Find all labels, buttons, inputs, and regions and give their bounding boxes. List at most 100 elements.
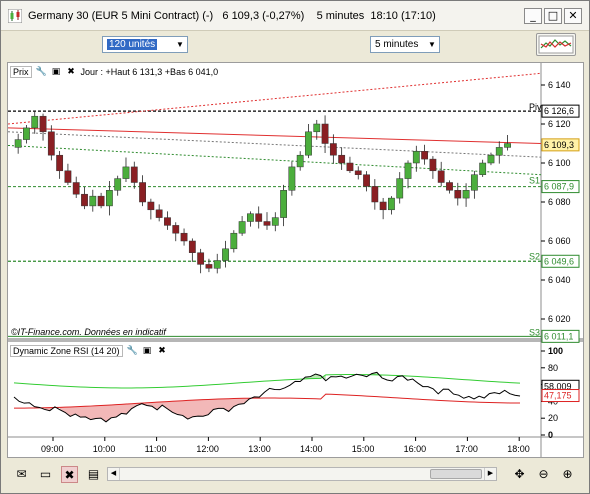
watermark: ©IT-Finance.com. Données en indicatif: [11, 327, 167, 337]
candle-body: [495, 147, 503, 156]
zoom-in-icon[interactable]: ⊕: [559, 466, 576, 483]
candle-body: [321, 123, 329, 144]
scroll-right-icon[interactable]: ▶: [484, 468, 496, 480]
candle-body: [47, 131, 55, 156]
rsi-lower-band: [13, 393, 521, 409]
candle-body: [81, 193, 88, 207]
window-icon[interactable]: ▣: [51, 67, 62, 78]
print-icon[interactable]: ▤: [85, 466, 102, 483]
timeframe-select[interactable]: 5 minutes ▼: [370, 36, 440, 53]
timeframe-select-value: 5 minutes: [375, 39, 419, 50]
candle-body: [462, 190, 470, 199]
scroll-left-icon[interactable]: ◀: [108, 468, 120, 480]
candle-body: [222, 248, 229, 261]
units-select-value: 120 unités: [107, 39, 158, 50]
zoom-out-icon[interactable]: ⊖: [535, 466, 552, 483]
s2-value: 6 049,6: [544, 256, 574, 266]
window-icon[interactable]: ▣: [142, 346, 153, 357]
time-scrollbar[interactable]: ◀ ▶: [107, 467, 497, 481]
candle-body: [354, 170, 362, 175]
candle-body: [470, 174, 478, 191]
chevron-down-icon[interactable]: ▼: [425, 37, 439, 52]
email-icon[interactable]: ✉: [13, 466, 30, 483]
price-tick-label: 6 140: [548, 80, 571, 90]
candle-body: [263, 221, 271, 226]
time-tick-label: 18:00: [507, 444, 530, 454]
maximize-icon[interactable]: □: [544, 8, 562, 24]
rsi-oversold-area: [44, 396, 255, 422]
candle-body: [421, 151, 429, 160]
scroll-thumb[interactable]: [430, 469, 482, 479]
candle-body: [371, 186, 379, 203]
price-panel-header: Prix 🔧 ▣ ✖ Jour : +Haut 6 131,3 +Bas 6 0…: [10, 65, 218, 79]
bottom-toolbar: ✉ ▭ ✖ ▤ ◀ ▶ ✥ ⊖ ⊕: [1, 460, 589, 493]
chart-area[interactable]: 6 140 6 120 6 100 6 080 6 060 6 040 6 020 Piv 6…: [7, 62, 584, 458]
chart-canvas[interactable]: 6 1406 1206 1006 0806 0606 0406 020 Piv 6…: [8, 63, 583, 457]
rsi-panel: 10080604020058,00947,175: [13, 346, 580, 440]
rsi-panel-label: Dynamic Zone RSI (14 20): [10, 345, 123, 357]
title-timeframe: 5 minutes: [316, 10, 365, 22]
s1-label: S1: [529, 176, 540, 186]
wrench-icon[interactable]: 🔧: [127, 346, 138, 357]
pan-arrows-icon[interactable]: ✥: [511, 466, 528, 483]
candle-body: [255, 213, 263, 222]
time-tick-label: 10:00: [93, 444, 116, 454]
minimize-icon[interactable]: _: [524, 8, 542, 24]
price-panel-label: Prix: [10, 66, 32, 78]
candle-body: [329, 143, 337, 156]
delete-chart-icon[interactable]: ✖: [61, 466, 78, 483]
indicator-chart-icon: [538, 35, 574, 54]
candle-body: [346, 162, 354, 172]
window-icon[interactable]: ▭: [37, 466, 54, 483]
candle-body: [114, 178, 122, 191]
candle-body: [122, 166, 130, 179]
units-select[interactable]: 120 unités ▼: [102, 36, 188, 53]
time-tick-label: 12:00: [196, 444, 219, 454]
candle-body: [288, 166, 296, 191]
candle-body: [89, 195, 97, 207]
wrench-icon[interactable]: 🔧: [36, 67, 47, 78]
time-tick-label: 13:00: [248, 444, 271, 454]
candle-body: [31, 115, 39, 129]
candle-body: [147, 201, 155, 211]
rsi-tick-label: 80: [548, 363, 558, 373]
title-price: 6 109,3 (-0,27%): [222, 10, 305, 22]
rsi-tick-label: 0: [548, 430, 553, 440]
candle-body: [271, 217, 279, 226]
candlestick-chart-icon: [8, 9, 22, 23]
candle-body: [172, 225, 180, 234]
close-icon[interactable]: ✖: [66, 67, 77, 78]
candle-body: [296, 154, 304, 168]
s1-value: 6 087,9: [544, 182, 574, 192]
pivot-value: 6 126,6: [544, 106, 574, 116]
pivot-label: Piv: [529, 102, 542, 112]
rsi-tick-label: 100: [548, 346, 563, 356]
candle-body: [479, 162, 487, 175]
title-bar: Germany 30 (EUR 5 Mini Contract) (-) 6 1…: [1, 1, 589, 31]
time-axis: 09:00 10:00 11:00 12:00 13:00 14:00 15:00 16:00…: [41, 437, 530, 454]
candle-body: [164, 217, 171, 226]
candle-body: [188, 240, 196, 253]
candle-body: [396, 178, 404, 199]
candle-body: [379, 201, 387, 211]
rsi-panel-header: Dynamic Zone RSI (14 20) 🔧 ▣ ✖: [10, 344, 168, 358]
instrument-name: Germany 30 (EUR 5 Mini Contract) (-): [28, 10, 214, 22]
chevron-down-icon[interactable]: ▼: [173, 37, 187, 52]
candle-body: [180, 232, 188, 242]
last-price-value: 6 109,3: [544, 140, 574, 150]
candle-body: [388, 197, 395, 211]
candle-body: [105, 190, 113, 207]
rsi-tick-label: 20: [548, 413, 558, 423]
time-tick-label: 09:00: [41, 444, 64, 454]
candle-body: [155, 209, 163, 218]
candle-body: [338, 154, 346, 164]
close-icon[interactable]: ✕: [564, 8, 582, 24]
candle-body: [313, 123, 321, 133]
candle-body: [363, 174, 370, 187]
indicator-chart-button[interactable]: [536, 33, 576, 56]
candle-body: [130, 166, 138, 183]
rsi-band-value: 47,175: [544, 391, 572, 401]
candle-body: [230, 232, 238, 250]
chart-window: Germany 30 (EUR 5 Mini Contract) (-) 6 1…: [0, 0, 590, 494]
close-icon[interactable]: ✖: [157, 346, 168, 357]
